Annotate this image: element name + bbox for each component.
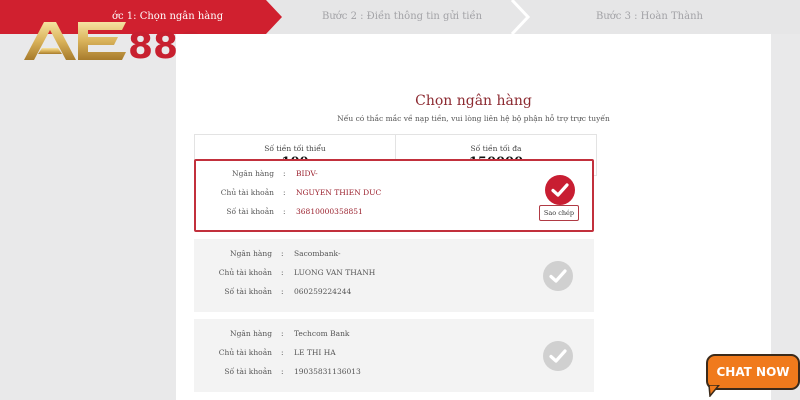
account-number: 36810000358851 <box>296 207 363 216</box>
account-holder: LE THI HA <box>294 348 336 357</box>
check-circle-icon <box>543 341 573 371</box>
colon: : <box>281 268 284 277</box>
bank-label: Ngân hàng <box>230 329 272 338</box>
account-number: 19035831136013 <box>294 367 361 376</box>
bank-account-card-sacombank[interactable]: Ngân hàng : Sacombank- Chủ tài khoản : L… <box>194 239 594 312</box>
number-label: Số tài khoản <box>224 367 272 376</box>
step-3: Bước 3 : Hoàn Thành <box>596 11 703 22</box>
holder-label: Chủ tài khoản <box>220 188 274 197</box>
chat-now-button[interactable]: CHAT NOW <box>706 354 800 390</box>
account-holder: LUONG VAN THANH <box>294 268 376 277</box>
support-note: Nếu có thắc mắc về nạp tiền, vui lòng li… <box>337 114 610 123</box>
min-amount-label: Số tiền tối thiểu <box>264 144 326 153</box>
bank-account-card-techcombank[interactable]: Ngân hàng : Techcom Bank Chủ tài khoản :… <box>194 319 594 392</box>
check-circle-icon <box>543 261 573 291</box>
holder-label: Chủ tài khoản <box>218 268 272 277</box>
colon: : <box>281 348 284 357</box>
check-circle-icon <box>545 175 575 205</box>
bank-account-card-bidv[interactable]: Ngân hàng : BIDV- Chủ tài khoản : NGUYEN… <box>194 159 594 232</box>
page-title: Chọn ngân hàng <box>415 93 532 109</box>
colon: : <box>281 367 284 376</box>
chat-bubble-tail-icon <box>708 385 720 397</box>
bank-selection-panel: Chọn ngân hàng Nếu có thắc mắc về nạp ti… <box>176 34 771 400</box>
colon: : <box>283 207 286 216</box>
bank-name: Techcom Bank <box>294 329 350 338</box>
number-label: Số tài khoản <box>224 287 272 296</box>
bank-name: Sacombank- <box>294 249 341 258</box>
step-2: Bước 2 : Điền thông tin gửi tiền <box>322 11 483 22</box>
copy-button[interactable]: Sao chép <box>539 205 579 221</box>
account-number: 060259224244 <box>294 287 352 296</box>
bank-label: Ngân hàng <box>232 169 274 178</box>
colon: : <box>281 329 284 338</box>
max-amount-label: Số tiền tối đa <box>470 144 522 153</box>
bank-label: Ngân hàng <box>230 249 272 258</box>
account-holder: NGUYEN THIEN DUC <box>296 188 382 197</box>
colon: : <box>281 287 284 296</box>
colon: : <box>283 188 286 197</box>
bank-name: BIDV- <box>296 169 318 178</box>
chevron-right-icon <box>510 0 530 34</box>
colon: : <box>283 169 286 178</box>
holder-label: Chủ tài khoản <box>218 348 272 357</box>
number-label: Số tài khoản <box>226 207 274 216</box>
colon: : <box>281 249 284 258</box>
